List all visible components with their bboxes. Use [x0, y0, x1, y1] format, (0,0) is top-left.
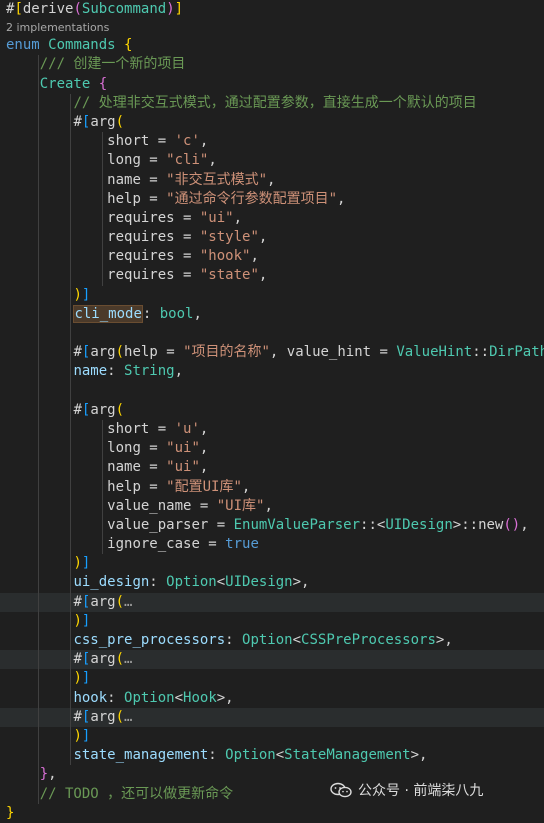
code-line-doc-comment: /// 创建一个新的项目 — [0, 55, 544, 75]
code-line-comment-cli: // 处理非交互式模式，通过配置参数，直接生成一个默认的项目 — [0, 93, 544, 113]
code-line-folded-close-3: )] — [0, 726, 544, 747]
folded-region-marker[interactable]: … — [124, 594, 132, 610]
wechat-icon — [330, 782, 352, 798]
code-line-enum-close: } — [6, 804, 15, 821]
code-line-name-field: name: String, — [0, 362, 544, 382]
code-line-derive: #[derive(Subcommand)] — [6, 1, 184, 17]
code-line-value-parser: value_parser = EnumValueParser::<UIDesig… — [0, 515, 544, 536]
code-line-arg-open: #[arg( — [0, 112, 544, 133]
code-line-name-cli: name = "非交互式模式", — [0, 170, 544, 190]
code-line-blank-1 — [0, 324, 544, 344]
code-line-arg-close: )] — [0, 285, 544, 305]
code-line-value-name: value_name = "UI库", — [0, 496, 544, 516]
code-line-long-ui: long = "ui", — [0, 439, 544, 459]
code-line-arg2-close: )] — [0, 554, 544, 574]
code-line-enum: enum Commands { — [6, 37, 133, 54]
code-line-name-ui: name = "ui", — [0, 458, 544, 478]
code-line-hook: hook: Option<Hook>, — [0, 688, 544, 708]
code-line-requires-style: requires = "style", — [0, 228, 544, 248]
code-line-folded-arg-1[interactable]: #[arg(… — [0, 592, 544, 612]
code-line-folded-close-2: )] — [0, 669, 544, 689]
folded-region-marker[interactable]: … — [124, 709, 132, 725]
code-line-arg2-open: #[arg( — [0, 400, 544, 420]
codelens-implementations[interactable]: 2 implementations — [0, 19, 544, 36]
code-line-blank-2 — [0, 381, 544, 401]
code-line-folded-arg-2[interactable]: #[arg(… — [0, 650, 544, 670]
code-line-name-attr: #[arg(help = "项目的名称", value_hint = Value… — [0, 343, 544, 363]
code-line-variant-create: Create { — [0, 74, 544, 94]
code-line-folded-close-1: )] — [0, 611, 544, 631]
code-line-requires-ui: requires = "ui", — [0, 208, 544, 229]
code-line-css: css_pre_processors: Option<CSSPreProcess… — [0, 631, 544, 651]
code-line-long-cli: long = "cli", — [0, 151, 544, 171]
code-line-folded-arg-3[interactable]: #[arg(… — [0, 707, 544, 727]
code-line-help-cli: help = "通过命令行参数配置项目", — [0, 189, 544, 209]
code-line-short-u: short = 'u', — [0, 419, 544, 440]
watermark: 公众号 · 前端柒八九 — [330, 780, 483, 800]
code-line-short-c: short = 'c', — [0, 132, 544, 152]
code-line-state: state_management: Option<StateManagement… — [0, 746, 544, 766]
code-line-help-ui: help = "配置UI库", — [0, 477, 544, 497]
code-line-requires-state: requires = "state", — [0, 266, 544, 286]
folded-region-marker[interactable]: … — [124, 651, 132, 667]
code-editor[interactable]: #[derive(Subcommand)] 2 implementations … — [0, 0, 544, 823]
code-line-requires-hook: requires = "hook", — [0, 247, 544, 267]
code-line-ignore-case: ignore_case = true — [0, 535, 544, 555]
watermark-text: 公众号 · 前端柒八九 — [358, 783, 484, 799]
code-line-cli-mode: cli_mode: bool, — [0, 304, 544, 324]
code-line-ui-design: ui_design: Option<UIDesign>, — [0, 573, 544, 593]
